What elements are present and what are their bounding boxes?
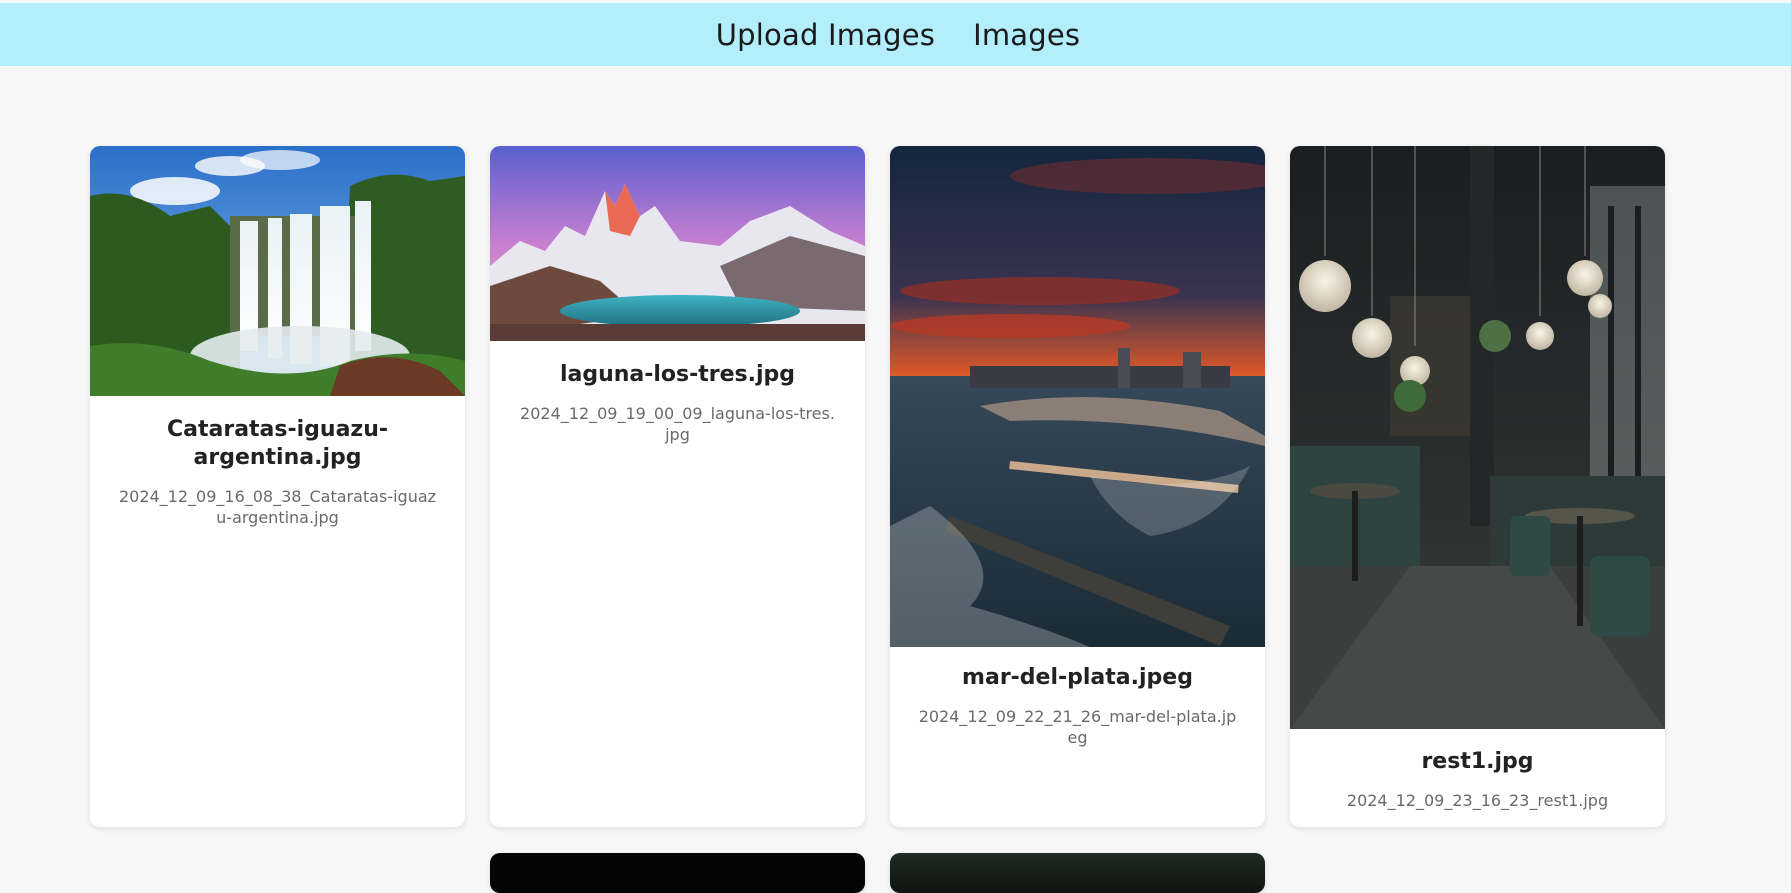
card-filename: 2024_12_09_22_21_26_mar-del-plata.jpeg xyxy=(918,707,1237,747)
nav-images-link[interactable]: Images xyxy=(973,18,1080,52)
image-card[interactable] xyxy=(490,853,865,893)
card-title: mar-del-plata.jpeg xyxy=(962,665,1193,690)
card-image-coastal-city xyxy=(890,146,1265,647)
image-card[interactable]: mar-del-plata.jpeg 2024_12_09_22_21_26_m… xyxy=(890,146,1265,827)
image-card[interactable]: rest1.jpg 2024_12_09_23_16_23_rest1.jpg xyxy=(1290,146,1665,827)
card-image-dark xyxy=(490,853,865,893)
card-title: rest1.jpg xyxy=(1421,749,1534,774)
top-navbar: Upload Images Images xyxy=(0,3,1791,66)
card-image-blurred-scene xyxy=(890,853,1265,893)
card-title: laguna-los-tres.jpg xyxy=(559,362,796,387)
card-title: Cataratas-iguazu-argentina.jpg xyxy=(166,417,389,470)
image-card[interactable] xyxy=(890,853,1265,893)
card-filename: 2024_12_09_23_16_23_rest1.jpg xyxy=(1346,791,1609,810)
card-image-waterfall xyxy=(90,146,465,396)
nav-upload-images-link[interactable]: Upload Images xyxy=(716,18,935,52)
image-card[interactable]: Cataratas-iguazu-argentina.jpg 2024_12_0… xyxy=(90,146,465,827)
card-image-mountain-lake xyxy=(490,146,865,341)
card-image-restaurant xyxy=(1290,146,1665,729)
card-filename: 2024_12_09_16_08_38_Cataratas-iguazu-arg… xyxy=(118,487,437,527)
card-filename: 2024_12_09_19_00_09_laguna-los-tres.jpg xyxy=(520,404,835,444)
image-card[interactable]: laguna-los-tres.jpg 2024_12_09_19_00_09_… xyxy=(490,146,865,827)
